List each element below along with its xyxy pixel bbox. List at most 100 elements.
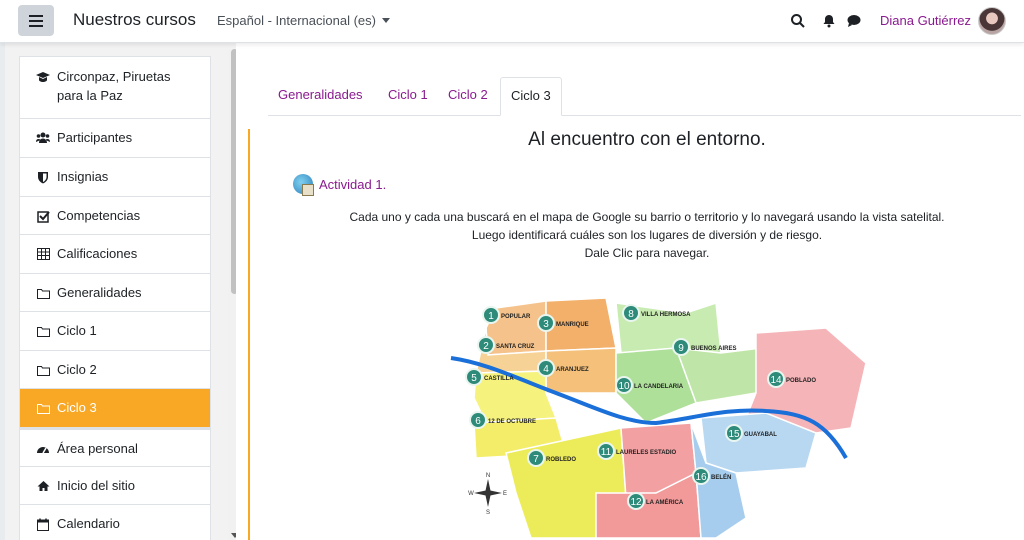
user-name[interactable]: Diana Gutiérrez <box>880 13 971 28</box>
tab-generalidades[interactable]: Generalidades <box>268 77 373 116</box>
message-icon[interactable] <box>846 13 862 29</box>
nav-item-course[interactable]: Circonpaz, Piruetas para la Paz <box>20 57 210 119</box>
district-name: VILLA HERMOSA <box>641 312 691 318</box>
dashboard-icon <box>36 442 50 456</box>
activity-label[interactable]: Actividad 1. <box>319 177 386 192</box>
nav-item-label: Generalidades <box>57 285 142 300</box>
section-title: Al encuentro con el entorno. <box>528 129 766 150</box>
nav-item-label: Ciclo 1 <box>57 323 97 338</box>
folder-icon <box>36 286 50 300</box>
language-label: Español - Internacional (es) <box>217 13 376 28</box>
url-activity-icon <box>293 174 314 196</box>
nav-item-inicio[interactable]: Inicio del sitio <box>20 467 210 505</box>
activity-link[interactable]: Actividad 1. <box>293 174 386 196</box>
tab-ciclo-1[interactable]: Ciclo 1 <box>378 77 438 116</box>
compass-label: S <box>486 510 490 516</box>
description-line: Luego identificará cuáles son los lugare… <box>471 228 823 242</box>
user-avatar[interactable] <box>978 7 1006 35</box>
district-number: 1 <box>488 311 494 322</box>
nav-item-label: Circonpaz, Piruetas para la Paz <box>57 69 171 103</box>
nav-item-ciclo-3[interactable]: Ciclo 3 <box>20 389 210 428</box>
district-number: 16 <box>695 472 707 483</box>
district-name: LA CANDELARIA <box>634 384 684 390</box>
drawer-toggle-button[interactable] <box>18 5 54 36</box>
district-number: 9 <box>678 343 684 354</box>
district-number: 14 <box>770 375 782 386</box>
nav-item-generalidades[interactable]: Generalidades <box>20 274 210 312</box>
compass-rose: N S E W <box>468 473 507 516</box>
site-brand[interactable]: Nuestros cursos <box>73 10 196 30</box>
district-name: BELÉN <box>711 473 731 481</box>
district-number: 6 <box>475 416 481 427</box>
district-name: MANRIQUE <box>556 322 589 328</box>
caret-down-icon <box>381 18 390 23</box>
compass-label: E <box>503 491 507 497</box>
folder-icon <box>36 324 50 338</box>
district-name: BUENOS AIRES <box>691 346 736 352</box>
compass-label: N <box>486 473 490 479</box>
tab-ciclo-2[interactable]: Ciclo 2 <box>438 77 498 116</box>
main-content: Generalidades Ciclo 1 Ciclo 2 Ciclo 3 Al… <box>236 43 1024 540</box>
district-number: 7 <box>533 454 539 465</box>
district-name: POBLADO <box>786 378 816 384</box>
search-icon[interactable] <box>790 13 806 29</box>
nav-item-label: Insignias <box>57 169 109 184</box>
hamburger-icon <box>29 14 43 27</box>
nav-item-ciclo-1[interactable]: Ciclo 1 <box>20 312 210 351</box>
district-number: 3 <box>543 319 549 330</box>
table-icon <box>36 247 50 261</box>
folder-icon <box>36 363 50 377</box>
district-name: ARANJUEZ <box>556 367 589 373</box>
calendar-icon <box>36 517 50 531</box>
nav-item-label: Calificaciones <box>57 246 138 261</box>
nav-item-label: Ciclo 2 <box>57 362 97 377</box>
compass-label: W <box>468 491 474 497</box>
nav-item-label: Calendario <box>57 516 120 531</box>
district-name: SANTA CRUZ <box>496 344 535 350</box>
nav-item-participantes[interactable]: Participantes <box>20 119 210 158</box>
folder-icon <box>36 401 50 415</box>
nav-item-competencias[interactable]: Competencias <box>20 197 210 235</box>
nav-item-label: Área personal <box>57 441 138 456</box>
medellin-comunas-map[interactable]: 1 POPULAR 2 SANTA CRUZ 3 MANRIQUE 4 ARANJUEZ 5 CA… <box>446 293 866 540</box>
district-number: 2 <box>483 341 489 352</box>
district-number: 5 <box>471 373 477 384</box>
nav-item-ciclo-2[interactable]: Ciclo 2 <box>20 351 210 389</box>
nav-item-insignias[interactable]: Insignias <box>20 158 210 197</box>
course-nav: Circonpaz, Piruetas para la Paz Particip… <box>19 56 211 540</box>
nav-item-label: Competencias <box>57 208 141 223</box>
district-number: 4 <box>543 364 549 375</box>
district-name: POPULAR <box>501 314 531 320</box>
district-name: LAURELES ESTADIO <box>616 450 677 456</box>
bell-icon[interactable] <box>821 13 837 29</box>
district-number: 11 <box>601 447 612 458</box>
drawer-scrollbar[interactable] <box>228 49 236 540</box>
district-name: CASTILLA <box>484 376 514 382</box>
tab-ciclo-3[interactable]: Ciclo 3 <box>500 77 562 116</box>
district-number: 12 <box>630 497 642 508</box>
nav-item-label: Participantes <box>57 130 133 145</box>
language-menu[interactable]: Español - Internacional (es) <box>217 13 390 28</box>
district-number: 15 <box>728 429 740 440</box>
district-name: ROBLEDO <box>546 457 576 463</box>
description-line: Dale Clic para navegar. <box>584 246 710 260</box>
course-index-drawer: Circonpaz, Piruetas para la Paz Particip… <box>5 43 236 540</box>
nav-item-label: Inicio del sitio <box>57 478 136 493</box>
district-number: 10 <box>618 381 630 392</box>
activity-description: Cada uno y cada una buscará en el mapa d… <box>268 208 1024 262</box>
section-tabs: Generalidades Ciclo 1 Ciclo 2 Ciclo 3 <box>268 77 1021 116</box>
graduation-cap-icon <box>36 70 50 84</box>
section-highlight-bar <box>248 129 250 540</box>
nav-item-label: Ciclo 3 <box>57 400 97 415</box>
district-name: 12 DE OCTUBRE <box>488 419 536 425</box>
home-icon <box>36 479 50 493</box>
shield-icon <box>36 170 50 184</box>
nav-item-calificaciones[interactable]: Calificaciones <box>20 235 210 274</box>
district-name: GUAYABAL <box>744 432 777 438</box>
top-navbar: Nuestros cursos Español - Internacional … <box>0 0 1024 43</box>
nav-item-area-personal[interactable]: Área personal <box>20 428 210 467</box>
users-icon <box>36 131 50 145</box>
nav-item-calendario[interactable]: Calendario <box>20 505 210 540</box>
checkbox-icon <box>36 209 50 223</box>
description-line: Cada uno y cada una buscará en el mapa d… <box>349 210 945 224</box>
